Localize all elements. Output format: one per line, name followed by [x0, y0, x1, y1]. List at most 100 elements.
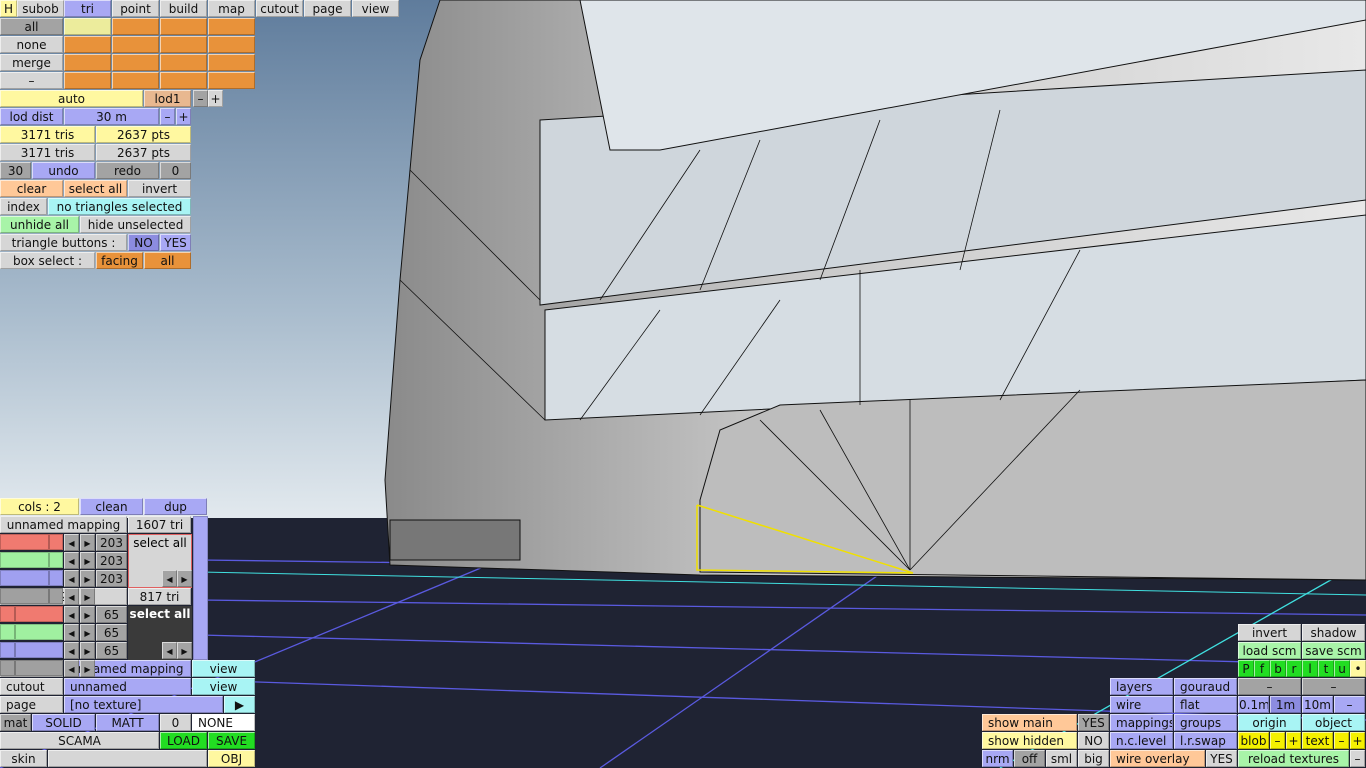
group-cell[interactable] — [160, 18, 207, 35]
arrow-left-button[interactable]: ◀ — [162, 642, 177, 659]
select-all-button[interactable]: all — [0, 18, 63, 35]
page-value[interactable]: [no texture] — [64, 696, 223, 713]
arrow-left-button[interactable]: ◀ — [64, 534, 79, 551]
lod-plus-button[interactable]: + — [208, 90, 223, 107]
blob-plus[interactable]: + — [1286, 732, 1301, 749]
slider-handle[interactable] — [13, 661, 16, 675]
blob-button[interactable]: blob — [1238, 732, 1269, 749]
arrow-right-button[interactable]: ▶ — [80, 534, 95, 551]
arrow-left-button[interactable]: ◀ — [162, 570, 177, 587]
h-button[interactable]: H — [0, 0, 17, 17]
layers-button[interactable]: layers — [1110, 678, 1173, 695]
color-slider[interactable] — [0, 588, 63, 604]
clear-button[interactable]: clear — [0, 180, 63, 197]
view-preset-button[interactable]: f — [1254, 660, 1270, 677]
scama-button[interactable]: SCAMA — [0, 732, 159, 749]
group-cell[interactable] — [112, 72, 159, 89]
group-cell[interactable] — [208, 18, 255, 35]
layer1-value[interactable]: 203 — [96, 552, 127, 569]
cols-button[interactable]: cols : 2 — [0, 498, 79, 515]
mapping-view-button[interactable]: view — [192, 660, 255, 677]
view-preset-button[interactable]: • — [1350, 660, 1366, 677]
view-preset-button[interactable]: t — [1318, 660, 1334, 677]
layers-scrollbar[interactable] — [193, 516, 208, 660]
slider-handle[interactable] — [47, 553, 50, 567]
undo-button[interactable]: undo — [32, 162, 95, 179]
dup-button[interactable]: dup — [144, 498, 207, 515]
slider-handle[interactable] — [47, 571, 50, 585]
arrow-left-button[interactable]: ◀ — [64, 624, 79, 641]
show-main-yes[interactable]: YES — [1078, 714, 1109, 731]
load-scm-button[interactable]: load scm — [1238, 642, 1301, 659]
grid-1m[interactable]: 1m — [1270, 696, 1301, 713]
flat-button[interactable]: flat — [1174, 696, 1237, 713]
slider-handle[interactable] — [13, 607, 16, 621]
hide-unselected-button[interactable]: hide unselected — [80, 216, 191, 233]
group-cell[interactable] — [208, 72, 255, 89]
redo-button[interactable]: redo — [96, 162, 159, 179]
lod-dist-minus[interactable]: – — [160, 108, 175, 125]
group-cell[interactable] — [64, 72, 111, 89]
slider-handle[interactable] — [47, 589, 50, 603]
color-slider[interactable] — [0, 660, 63, 676]
tab-point[interactable]: point — [112, 0, 159, 17]
show-main-button[interactable]: show main — [982, 714, 1077, 731]
view-preset-button[interactable]: l — [1302, 660, 1318, 677]
triangle-buttons-yes[interactable]: YES — [160, 234, 191, 251]
origin-button[interactable]: origin — [1238, 714, 1301, 731]
tab-build[interactable]: build — [160, 0, 207, 17]
nc-level-button[interactable]: n.c.level — [1110, 732, 1173, 749]
skin-value[interactable] — [48, 750, 207, 767]
tab-cutout[interactable]: cutout — [256, 0, 303, 17]
tab-tri[interactable]: tri — [64, 0, 111, 17]
cutout-value[interactable]: unnamed — [64, 678, 191, 695]
view-preset-button[interactable]: u — [1334, 660, 1350, 677]
dash-button[interactable]: – — [0, 72, 63, 89]
arrow-left-button[interactable]: ◀ — [64, 642, 79, 659]
reload-textures-button[interactable]: reload textures — [1238, 750, 1349, 767]
arrow-right-button[interactable]: ▶ — [177, 570, 192, 587]
box-select-all[interactable]: all — [144, 252, 191, 269]
shadow-button[interactable]: shadow — [1302, 624, 1365, 641]
view-invert-button[interactable]: invert — [1238, 624, 1301, 641]
select-none-button[interactable]: none — [0, 36, 63, 53]
arrow-right-button[interactable]: ▶ — [80, 606, 95, 623]
arrow-left-button[interactable]: ◀ — [64, 660, 79, 677]
arrow-right-button[interactable]: ▶ — [177, 642, 192, 659]
layer1-name[interactable]: unnamed mapping — [0, 516, 127, 533]
view-preset-button[interactable]: r — [1286, 660, 1302, 677]
group-cell[interactable] — [160, 54, 207, 71]
size-nrm[interactable]: nrm — [982, 750, 1013, 767]
save-scm-button[interactable]: save scm — [1302, 642, 1365, 659]
blob-minus[interactable]: – — [1270, 732, 1285, 749]
view-preset-button[interactable]: b — [1270, 660, 1286, 677]
mat-none[interactable]: NONE — [192, 714, 255, 731]
box-select-facing[interactable]: facing — [96, 252, 143, 269]
object-button[interactable]: object — [1302, 714, 1365, 731]
unhide-all-button[interactable]: unhide all — [0, 216, 79, 233]
arrow-left-button[interactable]: ◀ — [64, 588, 79, 605]
color-slider[interactable] — [0, 570, 63, 586]
group-cell[interactable] — [160, 72, 207, 89]
color-slider[interactable] — [0, 552, 63, 568]
arrow-left-button[interactable]: ◀ — [64, 570, 79, 587]
mappings-button[interactable]: mappings — [1110, 714, 1173, 731]
gouraud-button[interactable]: gouraud — [1174, 678, 1237, 695]
load-button[interactable]: LOAD — [160, 732, 207, 749]
size-off[interactable]: off — [1014, 750, 1045, 767]
layer1-value[interactable]: 203 — [96, 570, 127, 587]
layer2-value[interactable]: 65 — [96, 624, 127, 641]
text-plus[interactable]: + — [1350, 732, 1365, 749]
wire-overlay-yes[interactable]: YES — [1206, 750, 1237, 767]
matt-button[interactable]: MATT — [96, 714, 159, 731]
arrow-left-button[interactable]: ◀ — [64, 606, 79, 623]
arrow-right-button[interactable]: ▶ — [80, 552, 95, 569]
lod-dist-plus[interactable]: + — [176, 108, 191, 125]
arrow-left-button[interactable]: ◀ — [64, 552, 79, 569]
tab-map[interactable]: map — [208, 0, 255, 17]
reload-minus[interactable]: – — [1350, 750, 1365, 767]
triangle-buttons-no[interactable]: NO — [128, 234, 159, 251]
group-cell[interactable] — [64, 54, 111, 71]
dash-button[interactable]: – — [1238, 678, 1301, 695]
group-cell[interactable] — [112, 36, 159, 53]
